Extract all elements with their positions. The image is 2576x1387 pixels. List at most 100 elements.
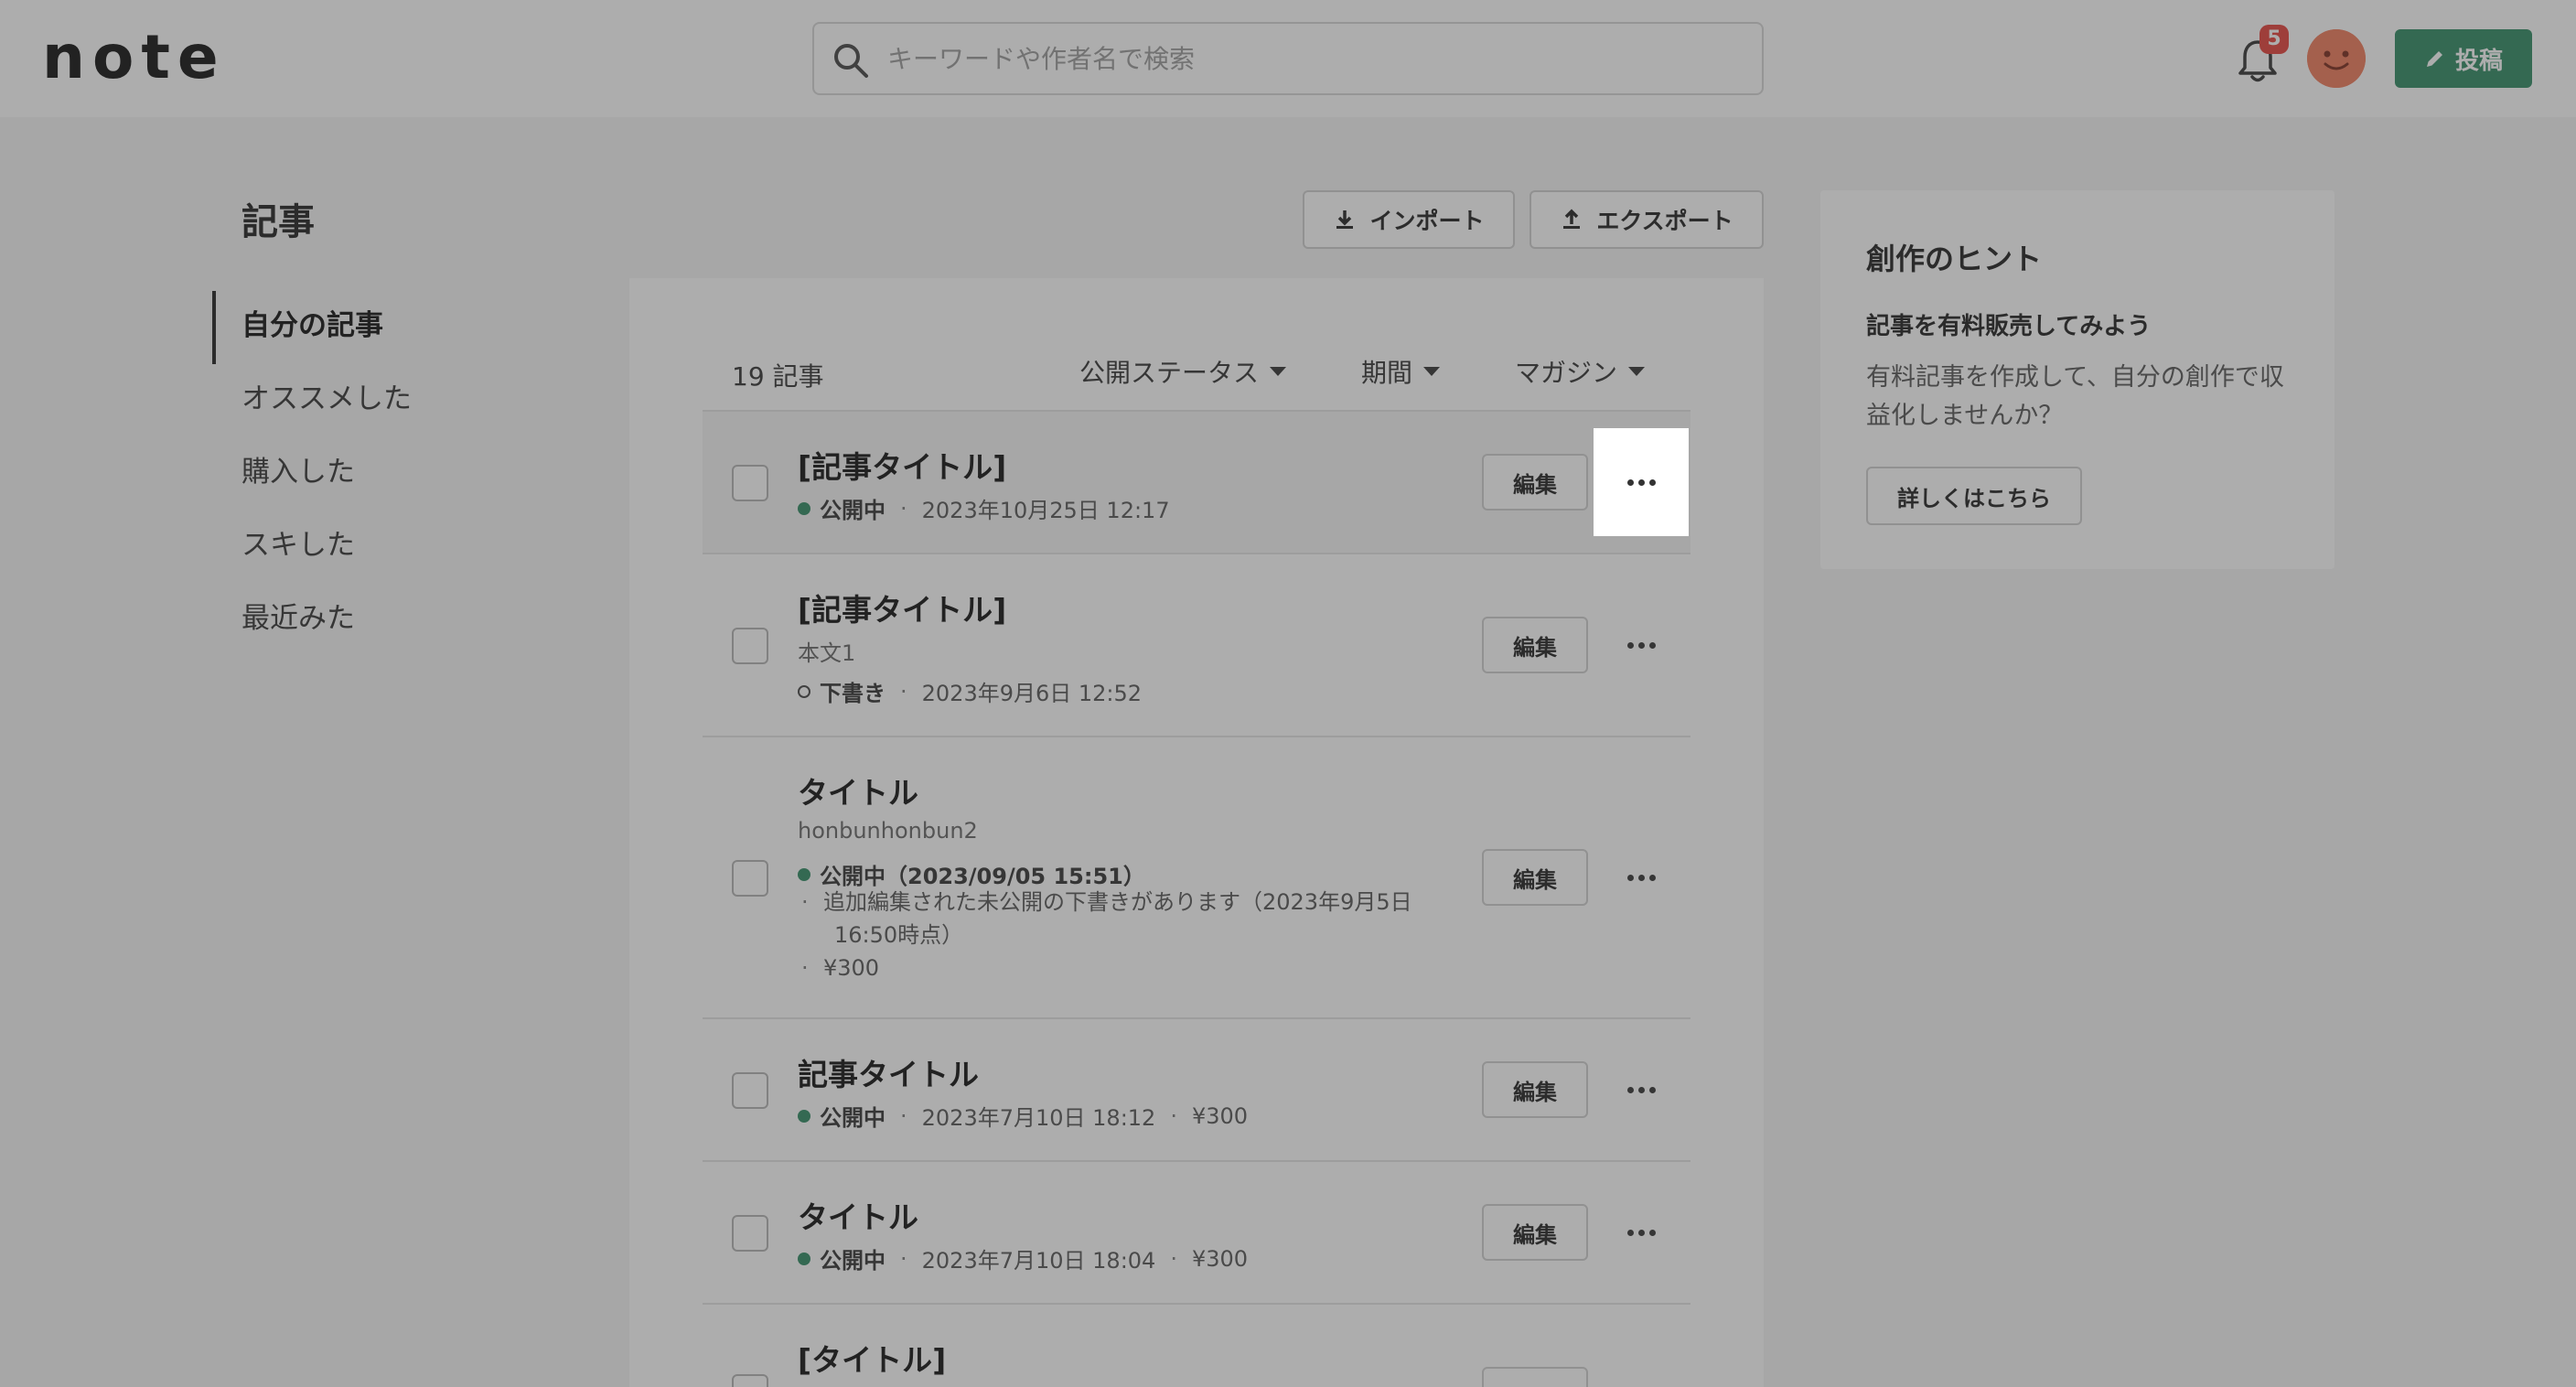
row-checkbox[interactable]	[732, 1374, 768, 1387]
more-options-button[interactable]	[1594, 1178, 1689, 1286]
article-count: 19 記事	[732, 361, 824, 392]
filter-period[interactable]: 期間	[1361, 353, 1441, 390]
export-label: エクスポート	[1596, 208, 1733, 234]
published-dot-icon	[798, 501, 810, 515]
sidebar-item-purchased[interactable]: 購入した	[212, 437, 542, 511]
unpublished-draft-note-text: 追加編集された未公開の下書きがあります（2023年9月5日	[823, 889, 1412, 915]
unpublished-draft-note: · 追加編集された未公開の下書きがあります（2023年9月5日	[801, 886, 1412, 919]
row-excerpt: honbunhonbun2	[798, 818, 978, 844]
row-title[interactable]: [記事タイトル]	[798, 443, 1006, 487]
highlighted-more-options-button[interactable]	[1594, 428, 1689, 536]
more-options-button[interactable]	[1594, 591, 1689, 699]
search-box[interactable]	[812, 22, 1764, 95]
row-excerpt: 本文1	[798, 640, 856, 666]
notification-badge: 5	[2259, 25, 2289, 54]
post-button-label: 投稿	[2454, 47, 2503, 75]
hint-subtitle: 記事を有料販売してみよう	[1866, 313, 2152, 340]
row-title[interactable]: 記事タイトル	[798, 1050, 979, 1094]
row-meta: 公開中 · 2023年10月25日 12:17	[798, 492, 1170, 524]
filter-magazine[interactable]: マガジン	[1515, 353, 1646, 390]
export-button[interactable]: エクスポート	[1530, 190, 1764, 249]
learn-more-button[interactable]: 詳しくはこちら	[1866, 467, 2082, 525]
post-button[interactable]: 投稿	[2395, 29, 2532, 88]
table-row[interactable]: [タイトル]	[703, 1305, 1690, 1387]
filter-status[interactable]: 公開ステータス	[1079, 353, 1287, 390]
list-header: 19 記事 公開ステータス 期間 マガジン	[732, 348, 1690, 412]
sidebar-item-recommended[interactable]: オススメした	[212, 364, 542, 437]
edit-button[interactable]: 編集	[1482, 454, 1588, 511]
import-button[interactable]: インポート	[1303, 190, 1515, 249]
edit-button[interactable]	[1482, 1367, 1588, 1387]
more-horizontal-icon	[1626, 874, 1656, 881]
edit-button[interactable]: 編集	[1482, 849, 1588, 906]
separator-dot-icon: ·	[1170, 1102, 1177, 1129]
smiley-face-icon	[2307, 29, 2366, 88]
published-dot-icon	[798, 1109, 810, 1123]
row-price: ¥300	[823, 955, 880, 981]
row-title[interactable]: [記事タイトル]	[798, 586, 1006, 629]
caret-down-icon	[1270, 367, 1287, 376]
sidebar-item-recently-viewed[interactable]: 最近みた	[212, 584, 542, 657]
row-status: 下書き	[820, 681, 886, 706]
separator-dot-icon: ·	[900, 678, 907, 704]
search-input[interactable]	[887, 31, 1747, 86]
row-date: 2023年9月6日 12:52	[921, 681, 1143, 706]
caret-down-icon	[1423, 367, 1441, 376]
table-row[interactable]: 記事タイトル 公開中 · 2023年7月10日 18:12 · ¥300 編集	[703, 1019, 1690, 1162]
edit-button[interactable]: 編集	[1482, 1204, 1588, 1261]
table-row[interactable]: [記事タイトル] 本文1 下書き · 2023年9月6日 12:52 編集	[703, 554, 1690, 737]
sidebar-nav: 自分の記事 オススメした 購入した スキした 最近みた	[212, 291, 542, 657]
unpublished-draft-note-cont: 16:50時点）	[834, 922, 964, 948]
table-row[interactable]: タイトル 公開中 · 2023年7月10日 18:04 · ¥300 編集	[703, 1162, 1690, 1305]
sidebar-item-liked[interactable]: スキした	[212, 511, 542, 584]
row-title[interactable]: タイトル	[798, 769, 918, 812]
published-dot-icon	[798, 1252, 810, 1265]
row-checkbox[interactable]	[732, 628, 768, 664]
avatar[interactable]	[2307, 29, 2366, 88]
row-date: 2023年7月10日 18:12	[921, 1105, 1156, 1131]
hint-title: 創作のヒント	[1866, 242, 2043, 276]
row-date: 2023年7月10日 18:04	[921, 1248, 1156, 1274]
more-options-button[interactable]	[1594, 1036, 1689, 1144]
row-checkbox[interactable]	[732, 465, 768, 501]
row-title[interactable]: [タイトル]	[798, 1336, 946, 1380]
download-icon	[1336, 210, 1354, 229]
caret-down-icon	[1628, 367, 1646, 376]
more-horizontal-icon	[1626, 641, 1656, 649]
pencil-icon	[2426, 51, 2442, 67]
row-checkbox[interactable]	[732, 1072, 768, 1109]
bullet-icon: ·	[801, 889, 809, 915]
row-title[interactable]: タイトル	[798, 1193, 918, 1237]
published-dot-icon	[798, 867, 810, 881]
hint-card: 創作のヒント 記事を有料販売してみよう 有料記事を作成して、自分の創作で収益化し…	[1820, 190, 2334, 569]
row-price: ¥300	[1191, 1102, 1249, 1129]
top-header: note 5 投稿	[0, 0, 2576, 117]
page-title: 記事	[242, 201, 315, 243]
sidebar-item-my-articles[interactable]: 自分の記事	[212, 291, 542, 364]
upload-icon	[1563, 209, 1581, 229]
note-logo[interactable]: note	[42, 27, 226, 88]
separator-dot-icon: ·	[1170, 1245, 1177, 1272]
row-status: 公開中	[820, 1248, 886, 1274]
table-row[interactable]: [記事タイトル] 公開中 · 2023年10月25日 12:17 編集	[703, 412, 1690, 554]
draft-circle-icon	[798, 684, 810, 698]
row-checkbox[interactable]	[732, 1215, 768, 1252]
filter-magazine-label: マガジン	[1515, 358, 1618, 388]
hint-text: 有料記事を作成して、自分の創作で収益化しませんか？	[1866, 363, 2284, 430]
row-checkbox[interactable]	[732, 860, 768, 897]
filter-period-label: 期間	[1361, 358, 1413, 388]
row-price: ¥300	[1191, 1245, 1249, 1272]
import-label: インポート	[1369, 208, 1485, 234]
bullet-icon: ·	[801, 955, 809, 981]
row-date: 2023年10月25日 12:17	[921, 498, 1170, 523]
separator-dot-icon: ·	[900, 1245, 907, 1272]
row-price-note: · ¥300	[801, 952, 880, 984]
row-meta: 公開中 · 2023年7月10日 18:12 · ¥300	[798, 1100, 1248, 1132]
row-status: 公開中	[820, 1105, 886, 1131]
table-row[interactable]: タイトル honbunhonbun2 公開中（2023/09/05 15:51）…	[703, 737, 1690, 1019]
row-status: 公開中	[820, 498, 886, 523]
row-meta: 公開中 · 2023年7月10日 18:04 · ¥300	[798, 1242, 1248, 1274]
edit-button[interactable]: 編集	[1482, 1061, 1588, 1118]
more-options-button[interactable]	[1594, 823, 1689, 931]
edit-button[interactable]: 編集	[1482, 617, 1588, 673]
